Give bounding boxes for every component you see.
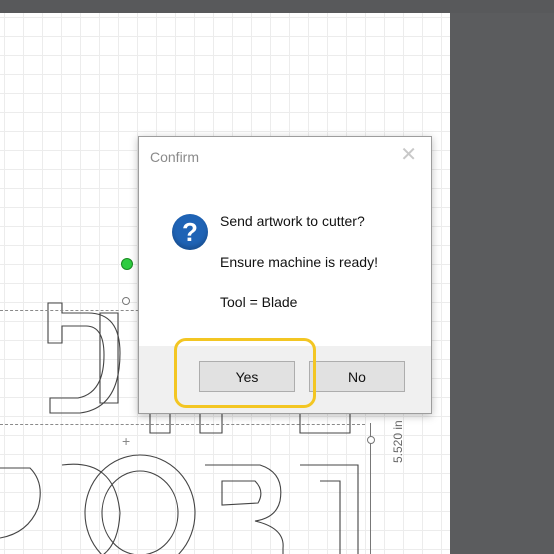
top-toolbar-strip	[0, 0, 554, 13]
question-icon: ?	[172, 214, 208, 250]
close-icon[interactable]: ✕	[400, 145, 417, 165]
dimension-handle[interactable]	[367, 436, 375, 444]
message-send-artwork: Send artwork to cutter?	[220, 213, 365, 229]
dialog-title: Confirm	[150, 149, 200, 165]
right-panel	[450, 13, 554, 554]
height-dimension-label: 5.520 in	[391, 420, 405, 463]
rotate-handle[interactable]	[121, 258, 133, 270]
message-tool: Tool = Blade	[220, 294, 298, 310]
message-machine-ready: Ensure machine is ready!	[220, 254, 378, 270]
center-crosshair-icon: +	[122, 433, 131, 449]
no-button[interactable]: No	[309, 361, 405, 392]
selection-bounds-bottom	[0, 424, 365, 425]
yes-button-highlight	[174, 338, 316, 408]
resize-handle[interactable]	[122, 297, 130, 305]
